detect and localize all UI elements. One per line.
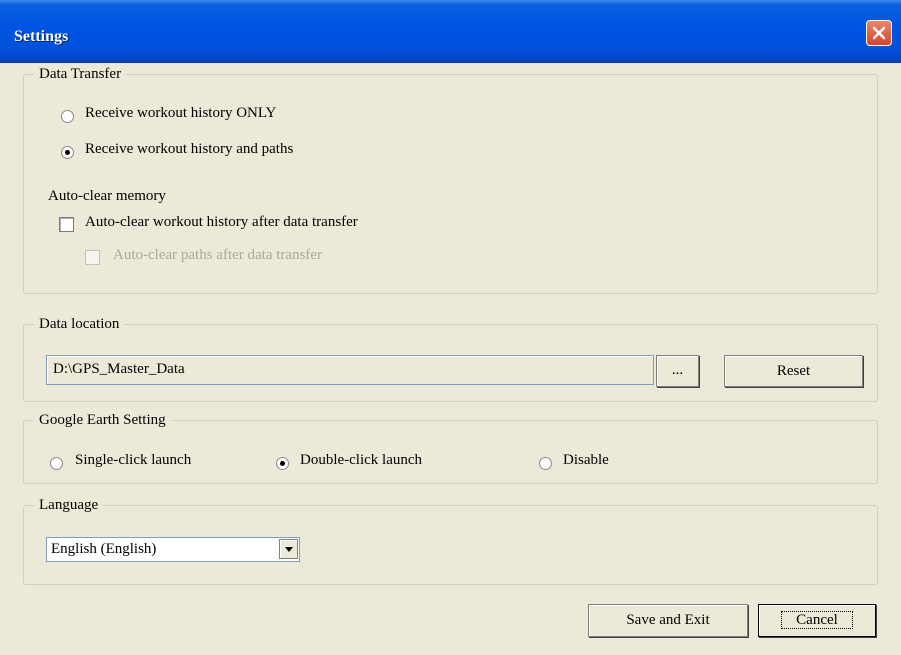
receive-history-and-paths-label[interactable]: Receive workout history and paths <box>85 141 293 158</box>
data-location-legend: Data location <box>39 316 120 332</box>
data-transfer-legend: Data Transfer <box>39 66 122 82</box>
disable-label[interactable]: Disable <box>563 452 609 469</box>
title-bar: Settings <box>0 0 901 63</box>
cancel-label: Cancel <box>781 611 853 629</box>
language-select[interactable]: English (English) <box>46 537 300 562</box>
autoclear-history-checkbox[interactable] <box>59 217 74 232</box>
chevron-down-icon[interactable] <box>279 539 298 559</box>
reset-button[interactable]: Reset <box>724 355 863 387</box>
save-and-exit-button[interactable]: Save and Exit <box>588 604 748 637</box>
close-icon <box>872 26 886 40</box>
google-earth-group: Google Earth Setting <box>23 412 878 484</box>
receive-history-only-radio[interactable] <box>61 110 74 123</box>
close-button[interactable] <box>866 20 892 46</box>
autoclear-paths-label: Auto-clear paths after data transfer <box>113 247 323 263</box>
double-click-launch-label[interactable]: Double-click launch <box>300 452 422 469</box>
cancel-button[interactable]: Cancel <box>758 604 876 637</box>
data-location-path-field[interactable]: D:\GPS_Master_Data <box>46 355 654 385</box>
window-title: Settings <box>14 28 69 45</box>
single-click-launch-label[interactable]: Single-click launch <box>75 452 191 469</box>
language-legend: Language <box>39 497 99 513</box>
autoclear-memory-label: Auto-clear memory <box>48 188 166 204</box>
browse-button[interactable]: ... <box>656 355 699 387</box>
receive-history-and-paths-radio[interactable] <box>61 146 74 159</box>
google-earth-legend: Google Earth Setting <box>39 412 166 428</box>
double-click-launch-radio[interactable] <box>276 457 289 470</box>
receive-history-only-label[interactable]: Receive workout history ONLY <box>85 105 276 122</box>
language-selected-value: English (English) <box>51 541 157 557</box>
disable-radio[interactable] <box>539 457 552 470</box>
autoclear-paths-checkbox <box>85 250 100 265</box>
single-click-launch-radio[interactable] <box>50 457 63 470</box>
autoclear-history-label[interactable]: Auto-clear workout history after data tr… <box>85 214 358 231</box>
